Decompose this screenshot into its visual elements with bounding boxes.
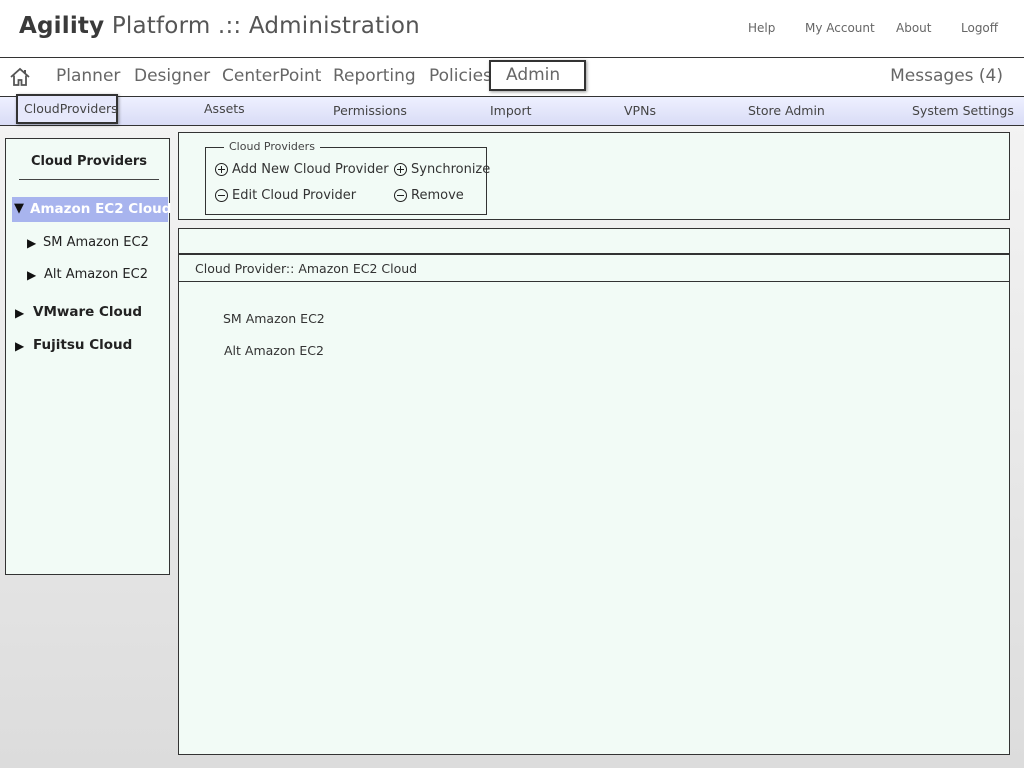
minus-circle-icon	[394, 189, 407, 202]
messages-link[interactable]: Messages (4)	[890, 66, 1003, 86]
collapsed-triangle-icon[interactable]: ▶	[15, 306, 24, 320]
help-link[interactable]: Help	[748, 21, 775, 35]
subnav-permissions[interactable]: Permissions	[333, 103, 407, 118]
remove-button[interactable]: Remove	[394, 188, 464, 203]
subnav-assets[interactable]: Assets	[204, 101, 245, 116]
app-header: Agility Platform .:: Administration Help…	[0, 0, 1024, 57]
synchronize-button[interactable]: Synchronize	[394, 162, 490, 177]
collapsed-triangle-icon[interactable]: ▶	[15, 339, 24, 353]
minus-circle-icon	[215, 189, 228, 202]
add-cloud-provider-button[interactable]: Add New Cloud Provider	[215, 162, 389, 177]
collapsed-triangle-icon[interactable]: ▶	[27, 268, 36, 282]
toolbar-strip	[178, 228, 1010, 254]
brand-name: Agility	[19, 13, 105, 39]
edit-cloud-provider-label: Edit Cloud Provider	[232, 188, 357, 203]
actions-group-legend: Cloud Providers	[224, 140, 320, 153]
nav-reporting[interactable]: Reporting	[333, 66, 416, 86]
add-circle-icon	[394, 163, 407, 176]
tree-node-sm-amazon-ec2[interactable]: SM Amazon EC2	[43, 235, 149, 250]
subnav-import[interactable]: Import	[490, 103, 532, 118]
tree-title: Cloud Providers	[30, 154, 148, 169]
nav-planner[interactable]: Planner	[56, 66, 120, 86]
admin-sub-nav: CloudProviders Assets Permissions Import…	[0, 94, 1024, 126]
content-item-sm-amazon-ec2[interactable]: SM Amazon EC2	[223, 311, 325, 326]
brand-subtitle: Platform .:: Administration	[111, 13, 420, 39]
add-circle-icon	[215, 163, 228, 176]
remove-label: Remove	[411, 188, 464, 203]
collapsed-triangle-icon[interactable]: ▶	[27, 236, 36, 250]
subnav-vpns[interactable]: VPNs	[624, 103, 656, 118]
tree-node-amazon-ec2-cloud[interactable]: ▼ Amazon EC2 Cloud	[12, 197, 172, 222]
tree-divider	[19, 179, 159, 180]
subnav-system-settings[interactable]: System Settings	[912, 103, 1014, 118]
content-title: Cloud Provider:: Amazon EC2 Cloud	[195, 261, 418, 276]
nav-policies[interactable]: Policies	[429, 66, 492, 86]
tree-node-vmware-cloud[interactable]: VMware Cloud	[33, 304, 142, 320]
nav-designer[interactable]: Designer	[134, 66, 210, 86]
nav-centerpoint[interactable]: CenterPoint	[222, 66, 321, 86]
about-link[interactable]: About	[896, 21, 931, 35]
cloud-provider-actions-group: Cloud Providers Add New Cloud Provider E…	[205, 140, 490, 215]
synchronize-label: Synchronize	[411, 162, 491, 177]
my-account-link[interactable]: My Account	[805, 21, 875, 35]
expanded-triangle-icon[interactable]: ▼	[14, 201, 24, 216]
main-nav: Planner Designer CenterPoint Reporting P…	[0, 57, 1024, 97]
content-header: Cloud Provider:: Amazon EC2 Cloud	[179, 254, 1009, 282]
content-item-alt-amazon-ec2[interactable]: Alt Amazon EC2	[224, 343, 324, 358]
tree-node-alt-amazon-ec2[interactable]: Alt Amazon EC2	[44, 267, 148, 282]
subnav-cloudproviders[interactable]: CloudProviders	[16, 94, 118, 124]
home-icon[interactable]	[9, 66, 31, 88]
app-title: Agility Platform .:: Administration	[19, 13, 420, 39]
add-cloud-provider-label: Add New Cloud Provider	[232, 162, 389, 177]
cloud-provider-tree: Cloud Providers ▼ Amazon EC2 Cloud ▶ SM …	[5, 138, 172, 575]
subnav-store-admin[interactable]: Store Admin	[748, 103, 825, 118]
actions-panel: Cloud Providers Add New Cloud Provider E…	[178, 132, 1010, 220]
edit-cloud-provider-button[interactable]: Edit Cloud Provider	[215, 188, 356, 203]
tree-node-label: Amazon EC2 Cloud	[30, 201, 172, 217]
content-panel: Cloud Provider:: Amazon EC2 Cloud SM Ama…	[178, 254, 1010, 755]
tree-node-fujitsu-cloud[interactable]: Fujitsu Cloud	[33, 337, 132, 353]
logoff-link[interactable]: Logoff	[961, 21, 998, 35]
nav-admin[interactable]: Admin	[489, 60, 586, 91]
